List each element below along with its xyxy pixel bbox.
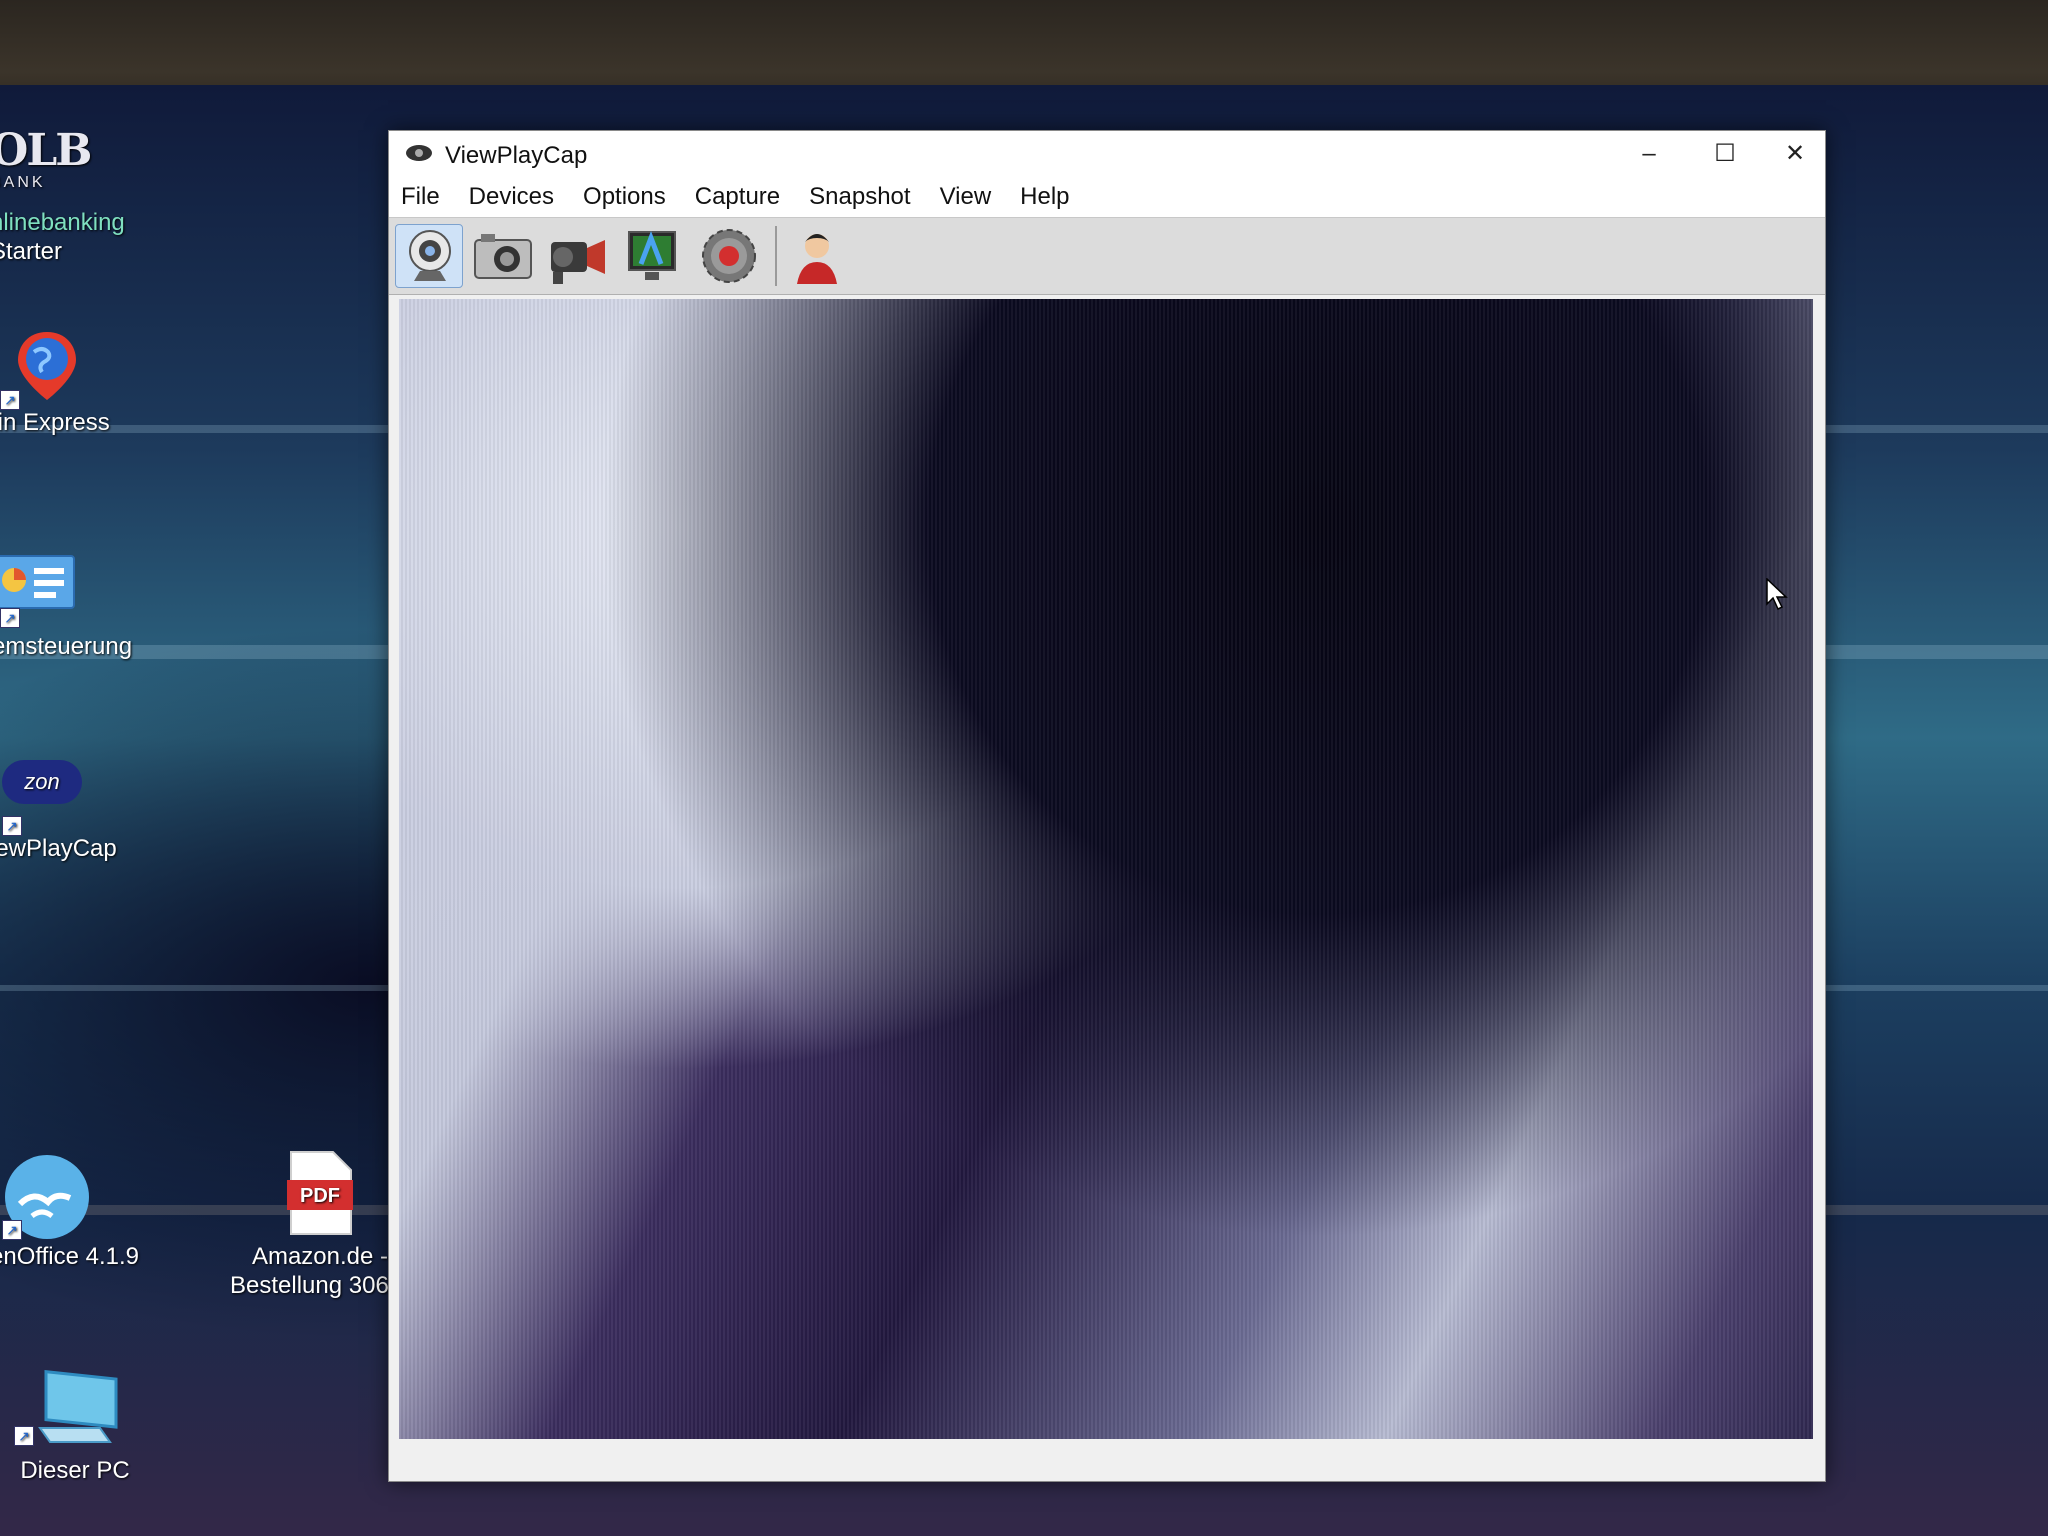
desktop-icon-label: enOffice 4.1.9 bbox=[0, 1243, 139, 1270]
olb-bank-logo-icon: OLB BANK bbox=[0, 125, 92, 192]
desktop-icon-olb[interactable]: OLB BANK nlinebanking Starter bbox=[0, 128, 140, 266]
snapshot-button[interactable] bbox=[469, 224, 537, 288]
desktop-icon-label: Dieser PC bbox=[20, 1457, 130, 1484]
desktop-icon-label: nin Express bbox=[0, 409, 110, 436]
display-settings-icon bbox=[628, 231, 676, 280]
desktop-icon-express[interactable]: nin Express ↗ bbox=[0, 328, 122, 437]
viewplaycap-window: ViewPlayCap – ☐ ✕ File Devices Options C… bbox=[388, 130, 1826, 1482]
viewplaycap-logo-icon: zon bbox=[2, 760, 82, 816]
desktop-icon-label: nlinebanking bbox=[0, 209, 125, 236]
desktop-icon-label: Amazon.de - bbox=[251, 1243, 389, 1270]
display-settings-button[interactable] bbox=[619, 224, 687, 288]
shortcut-arrow-icon: ↗ bbox=[14, 1426, 34, 1446]
window-title: ViewPlayCap bbox=[445, 142, 588, 169]
webcam-app-icon bbox=[405, 143, 433, 163]
computer-icon bbox=[30, 1366, 120, 1450]
menu-options[interactable]: Options bbox=[583, 183, 666, 211]
desktop-icon-label: Starter bbox=[0, 238, 63, 265]
shortcut-arrow-icon: ↗ bbox=[2, 816, 22, 836]
menu-file[interactable]: File bbox=[401, 183, 440, 211]
user-icon bbox=[797, 234, 837, 284]
shortcut-arrow-icon: ↗ bbox=[0, 608, 20, 628]
menu-help[interactable]: Help bbox=[1020, 183, 1069, 211]
menu-bar: File Devices Options Capture Snapshot Vi… bbox=[389, 177, 1825, 217]
toolbar bbox=[389, 217, 1825, 295]
capture-button[interactable] bbox=[543, 224, 611, 288]
desktop-icon-systemsteuerung[interactable]: emsteuerung ↗ bbox=[0, 552, 142, 661]
pdf-file-icon: PDF bbox=[285, 1150, 355, 1236]
globe-pin-icon bbox=[10, 328, 84, 402]
menu-devices[interactable]: Devices bbox=[469, 183, 554, 211]
webcam-icon bbox=[409, 230, 451, 281]
video-scanlines bbox=[399, 299, 1813, 1439]
record-settings-icon bbox=[702, 229, 756, 283]
desktop-icon-label: Bestellung 306-978... bbox=[230, 1272, 457, 1299]
toolbar-separator bbox=[775, 226, 777, 286]
title-bar[interactable]: ViewPlayCap – ☐ ✕ bbox=[389, 131, 1825, 177]
svg-text:PDF: PDF bbox=[300, 1185, 340, 1207]
shortcut-arrow-icon: ↗ bbox=[0, 390, 20, 410]
desktop-icon-viewplaycap[interactable]: zon iewPlayCap ↗ bbox=[0, 760, 140, 863]
minimize-button[interactable]: – bbox=[1613, 131, 1685, 177]
record-settings-button[interactable] bbox=[695, 224, 763, 288]
camera-icon bbox=[474, 234, 532, 279]
desktop-icon-openoffice[interactable]: enOffice 4.1.9 ↗ bbox=[0, 1152, 140, 1271]
desktop-icon-label: emsteuerung bbox=[0, 633, 133, 660]
menu-view[interactable]: View bbox=[940, 183, 992, 211]
webcam-button[interactable] bbox=[395, 224, 463, 288]
desktop-icon-amazon-pdf[interactable]: PDF Amazon.de - Bestellung 306-978... bbox=[230, 1150, 457, 1300]
video-preview bbox=[399, 299, 1813, 1439]
maximize-button[interactable]: ☐ bbox=[1689, 131, 1761, 177]
desktop-icon-dieser-pc[interactable]: Dieser PC ↗ bbox=[0, 1366, 150, 1485]
shortcut-arrow-icon: ↗ bbox=[2, 1220, 22, 1240]
menu-snapshot[interactable]: Snapshot bbox=[809, 183, 910, 211]
mouse-cursor-icon bbox=[1766, 578, 1788, 610]
camcorder-icon bbox=[551, 240, 605, 284]
menu-capture[interactable]: Capture bbox=[695, 183, 780, 211]
close-button[interactable]: ✕ bbox=[1765, 131, 1825, 177]
user-button[interactable] bbox=[783, 224, 851, 288]
